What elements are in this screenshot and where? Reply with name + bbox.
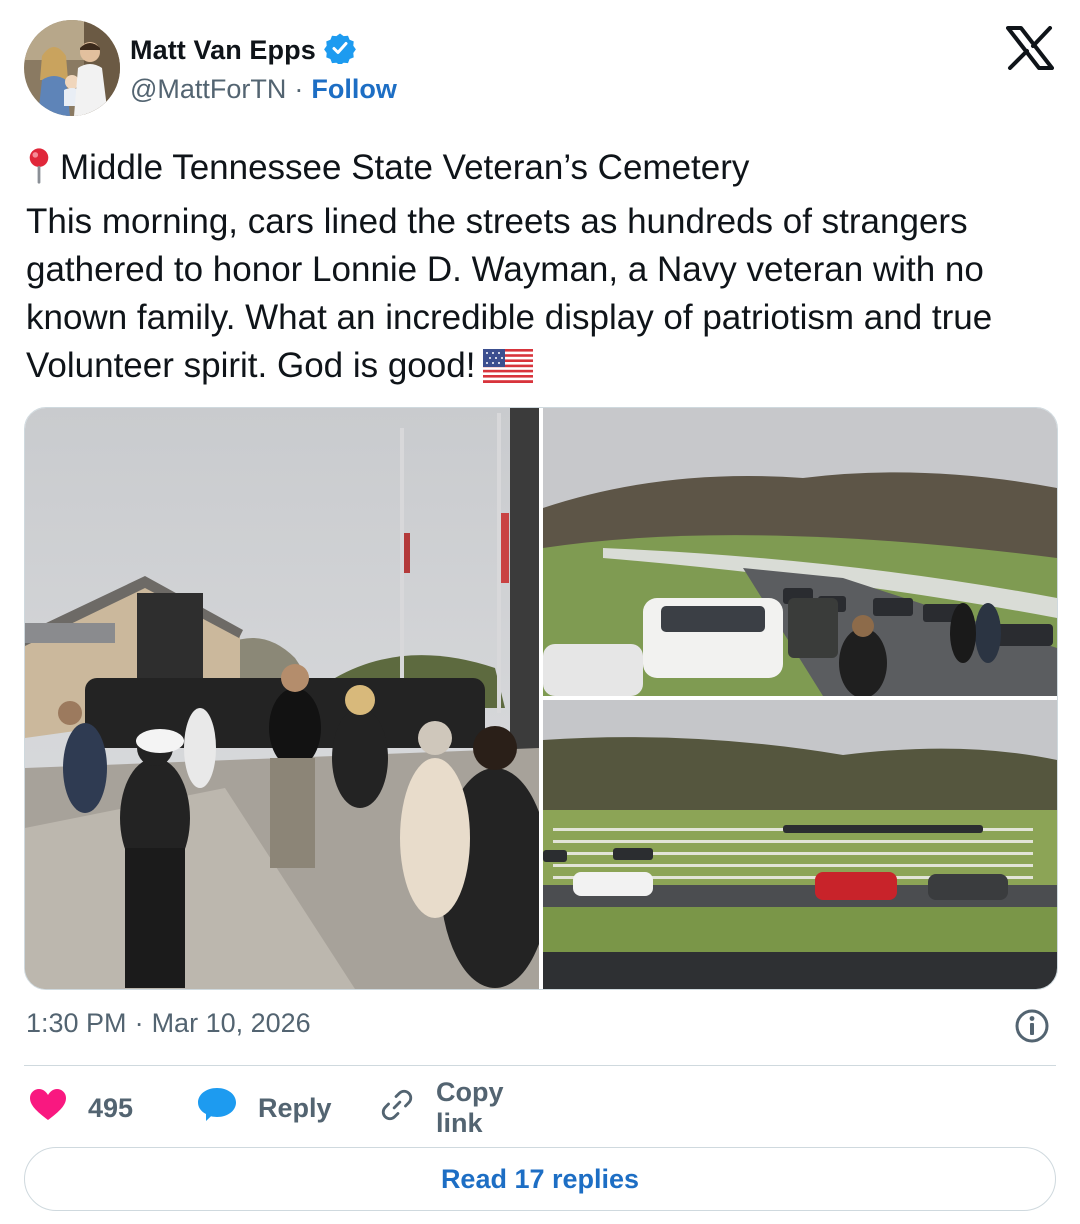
timestamp-separator: · bbox=[134, 1008, 144, 1038]
info-icon[interactable] bbox=[1014, 1008, 1050, 1044]
read-replies-button[interactable]: Read 17 replies bbox=[24, 1147, 1056, 1211]
reply-label: Reply bbox=[258, 1092, 332, 1123]
read-replies-label: Read 17 replies bbox=[440, 1163, 640, 1194]
tweet-date: Mar 10, 2026 bbox=[151, 1008, 311, 1038]
tweet-body-paragraph: This morning, cars lined the streets as … bbox=[26, 198, 1066, 396]
link-icon bbox=[380, 1088, 414, 1129]
tweet-line-location: Middle Tennessee State Veteran’s Cemeter… bbox=[26, 144, 1066, 198]
copy-link-button[interactable]: Copy link bbox=[380, 1077, 504, 1138]
divider bbox=[24, 1065, 1056, 1066]
reply-button[interactable]: Reply bbox=[198, 1086, 332, 1130]
like-button[interactable]: 495 bbox=[30, 1086, 133, 1130]
tweet-text: Middle Tennessee State Veteran’s Cemeter… bbox=[26, 144, 1066, 396]
follow-button[interactable]: Follow bbox=[311, 74, 396, 105]
author-handle-row: @MattForTN · Follow bbox=[130, 74, 397, 105]
us-flag-icon bbox=[483, 348, 534, 396]
tweet-timestamp[interactable]: 1:30 PM · Mar 10, 2026 bbox=[26, 1008, 311, 1039]
handle-separator: · bbox=[294, 74, 304, 104]
author-avatar[interactable] bbox=[24, 20, 120, 116]
verified-badge-icon bbox=[323, 32, 356, 69]
tweet-time: 1:30 PM bbox=[26, 1008, 127, 1038]
photo-car-line-hill[interactable] bbox=[543, 408, 1057, 696]
photo-ceremony-crowd[interactable] bbox=[25, 408, 539, 989]
like-count: 495 bbox=[88, 1092, 134, 1123]
heart-icon bbox=[30, 1088, 66, 1128]
x-logo-icon[interactable] bbox=[1006, 26, 1054, 70]
copy-link-label: Copy link bbox=[436, 1077, 504, 1138]
author-handle[interactable]: @MattForTN bbox=[130, 74, 286, 105]
tweet-card: Matt Van Epps @MattForTN · Follow Middle… bbox=[0, 0, 1080, 1224]
tweet-location-text: Middle Tennessee State Veteran’s Cemeter… bbox=[60, 148, 750, 187]
media-grid bbox=[24, 407, 1058, 990]
photo-cemetery-cars[interactable] bbox=[543, 700, 1057, 989]
reply-bubble-icon bbox=[198, 1087, 236, 1129]
author-name[interactable]: Matt Van Epps bbox=[130, 35, 316, 66]
author-name-row: Matt Van Epps bbox=[130, 32, 356, 69]
pin-icon bbox=[26, 147, 52, 198]
